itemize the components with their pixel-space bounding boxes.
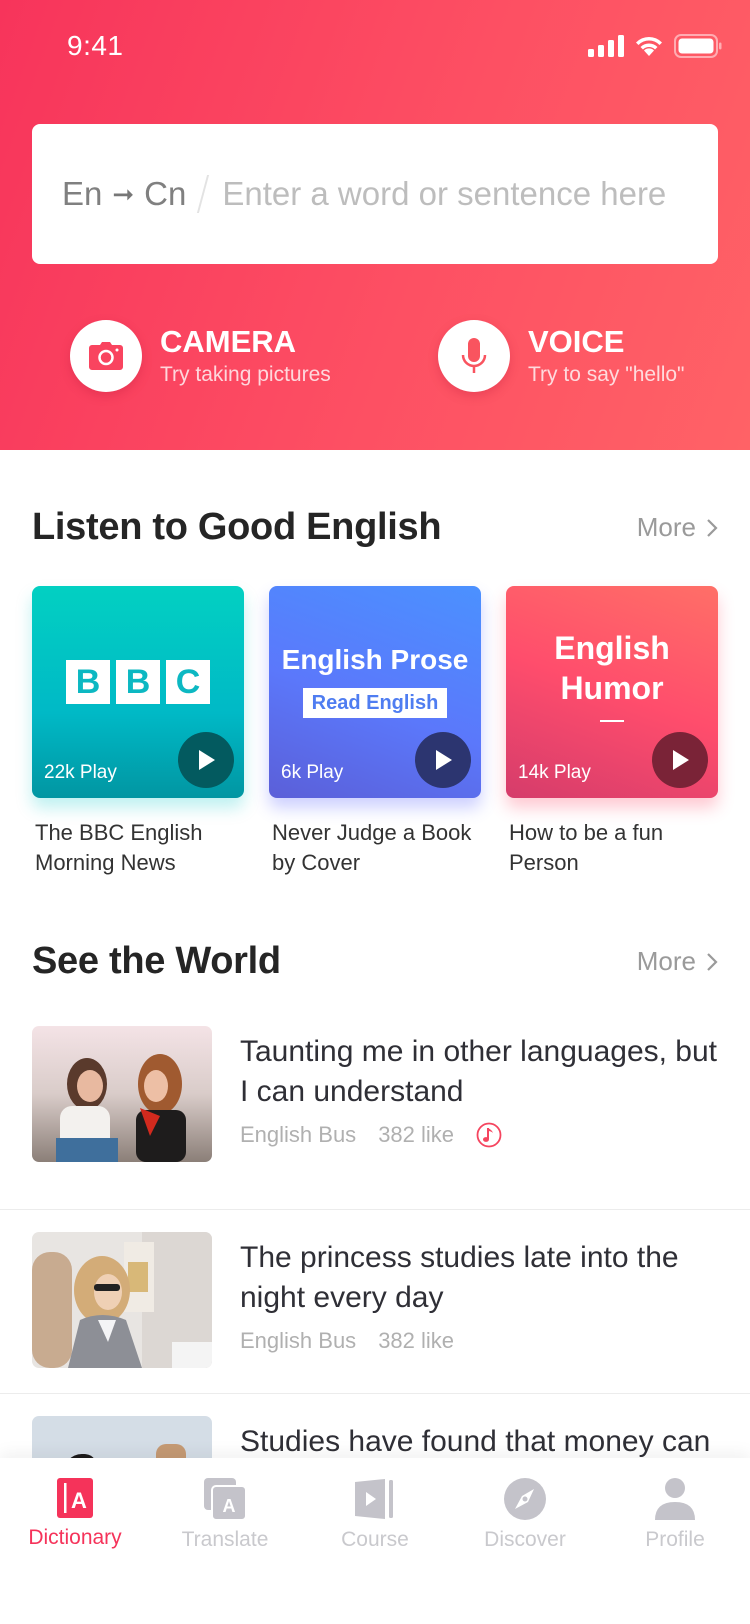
camera-icon	[89, 342, 123, 370]
camera-circle	[70, 320, 142, 392]
dictionary-icon: A	[57, 1478, 93, 1518]
audio-card[interactable]: B B C 22k Play The BBC English Morning N…	[32, 586, 244, 878]
audio-card[interactable]: English Humor 14k Play How to be a fun P…	[506, 586, 718, 878]
svg-text:A: A	[223, 1496, 236, 1516]
audio-card[interactable]: English Prose Read English 6k Play Never…	[269, 586, 481, 878]
bbc-letter: B	[66, 660, 110, 704]
tab-translate[interactable]: A Translate	[150, 1458, 300, 1624]
translate-icon: A	[204, 1478, 246, 1520]
language-selector[interactable]: En ➞ Cn	[62, 175, 186, 213]
list-item[interactable]: The princess studies late into the night…	[0, 1210, 750, 1394]
article-title: Taunting me in other languages, but I ca…	[240, 1035, 717, 1108]
more-label: More	[636, 512, 696, 542]
course-icon	[355, 1479, 393, 1519]
bbc-letter: C	[166, 660, 210, 704]
article-source: English Bus	[240, 1122, 357, 1147]
card-cover[interactable]: B B C 22k Play	[32, 586, 244, 798]
svg-text:A: A	[71, 1488, 87, 1513]
voice-title: VOICE	[528, 324, 625, 359]
hero-header: 9:41 En ➞ Cn Enter a word or sentence he…	[0, 0, 750, 450]
camera-button[interactable]: CAMERA Try taking pictures	[70, 320, 331, 392]
article-title: The princess studies late into the night…	[240, 1241, 679, 1314]
wifi-icon	[636, 36, 662, 56]
tab-discover[interactable]: Discover	[450, 1458, 600, 1624]
play-icon	[199, 750, 215, 770]
divider	[197, 175, 210, 213]
tab-label: Profile	[645, 1528, 705, 1551]
chevron-right-icon	[707, 518, 718, 537]
cover-dash	[600, 720, 624, 722]
tab-dictionary[interactable]: A Dictionary	[0, 1458, 150, 1624]
world-section-title: See the World	[32, 940, 281, 982]
card-caption[interactable]: Never Judge a Book by Cover	[269, 818, 481, 878]
audio-cards: B B C 22k Play The BBC English Morning N…	[32, 586, 718, 878]
source-language: En	[62, 175, 103, 212]
signal-icon	[588, 35, 624, 57]
search-box[interactable]: En ➞ Cn	[32, 124, 718, 264]
tab-label: Translate	[181, 1528, 269, 1551]
cover-title: English Prose	[281, 644, 469, 675]
status-bar: 9:41	[0, 0, 750, 90]
listen-more-link[interactable]: More	[637, 512, 718, 543]
world-more-link[interactable]: More	[637, 946, 718, 977]
play-icon	[673, 750, 689, 770]
article-thumbnail	[32, 1232, 212, 1368]
music-note-icon	[476, 1122, 502, 1148]
tab-bar: A Dictionary A Translate Course Discover	[0, 1458, 750, 1624]
play-count: 6k Play	[281, 762, 344, 783]
listen-section-header: Listen to Good English More	[32, 506, 718, 549]
search-input[interactable]	[222, 175, 673, 213]
arrow-right-icon: ➞	[112, 178, 135, 209]
cover-title-line: English	[554, 630, 670, 666]
voice-circle	[438, 320, 510, 392]
status-time: 9:41	[67, 30, 124, 61]
chevron-right-icon	[707, 952, 718, 971]
tab-profile[interactable]: Profile	[600, 1458, 750, 1624]
card-cover[interactable]: English Humor 14k Play	[506, 586, 718, 798]
voice-button[interactable]: VOICE Try to say "hello"	[438, 320, 685, 392]
microphone-icon	[461, 338, 487, 373]
battery-icon	[674, 34, 722, 58]
person-icon	[655, 1478, 695, 1520]
status-icons	[588, 34, 722, 58]
world-section-header: See the World More	[32, 940, 718, 983]
photo-woman-studying	[32, 1232, 212, 1368]
bbc-letter: B	[116, 660, 160, 704]
tab-label: Dictionary	[28, 1526, 122, 1549]
article-likes: 382 like	[378, 1122, 455, 1147]
compass-icon	[504, 1478, 546, 1520]
card-caption[interactable]: The BBC English Morning News	[32, 818, 244, 878]
tab-course[interactable]: Course	[300, 1458, 450, 1624]
photo-two-girls	[32, 1026, 212, 1162]
play-count: 22k Play	[44, 762, 117, 783]
article-thumbnail	[32, 1026, 212, 1162]
play-icon	[436, 750, 452, 770]
play-button[interactable]	[415, 732, 471, 788]
play-count: 14k Play	[518, 762, 591, 783]
tab-label: Discover	[484, 1528, 566, 1551]
cover-tag: Read English	[303, 688, 447, 718]
play-button[interactable]	[178, 732, 234, 788]
card-cover[interactable]: English Prose Read English 6k Play	[269, 586, 481, 798]
card-caption[interactable]: How to be a fun Person	[506, 818, 718, 878]
cover-title: English Humor	[506, 628, 718, 708]
play-button[interactable]	[652, 732, 708, 788]
bbc-logo: B B C	[66, 660, 210, 704]
more-label: More	[636, 946, 696, 976]
voice-subtitle: Try to say "hello"	[528, 363, 685, 386]
article-likes: 382 like	[378, 1328, 455, 1353]
list-item[interactable]: Taunting me in other languages, but I ca…	[0, 1026, 750, 1210]
camera-title: CAMERA	[160, 324, 297, 359]
camera-subtitle: Try taking pictures	[160, 363, 331, 386]
article-source: English Bus	[240, 1328, 357, 1353]
tab-label: Course	[341, 1528, 409, 1551]
target-language: Cn	[144, 175, 187, 212]
listen-section-title: Listen to Good English	[32, 506, 442, 548]
cover-title-line: Humor	[560, 670, 664, 706]
